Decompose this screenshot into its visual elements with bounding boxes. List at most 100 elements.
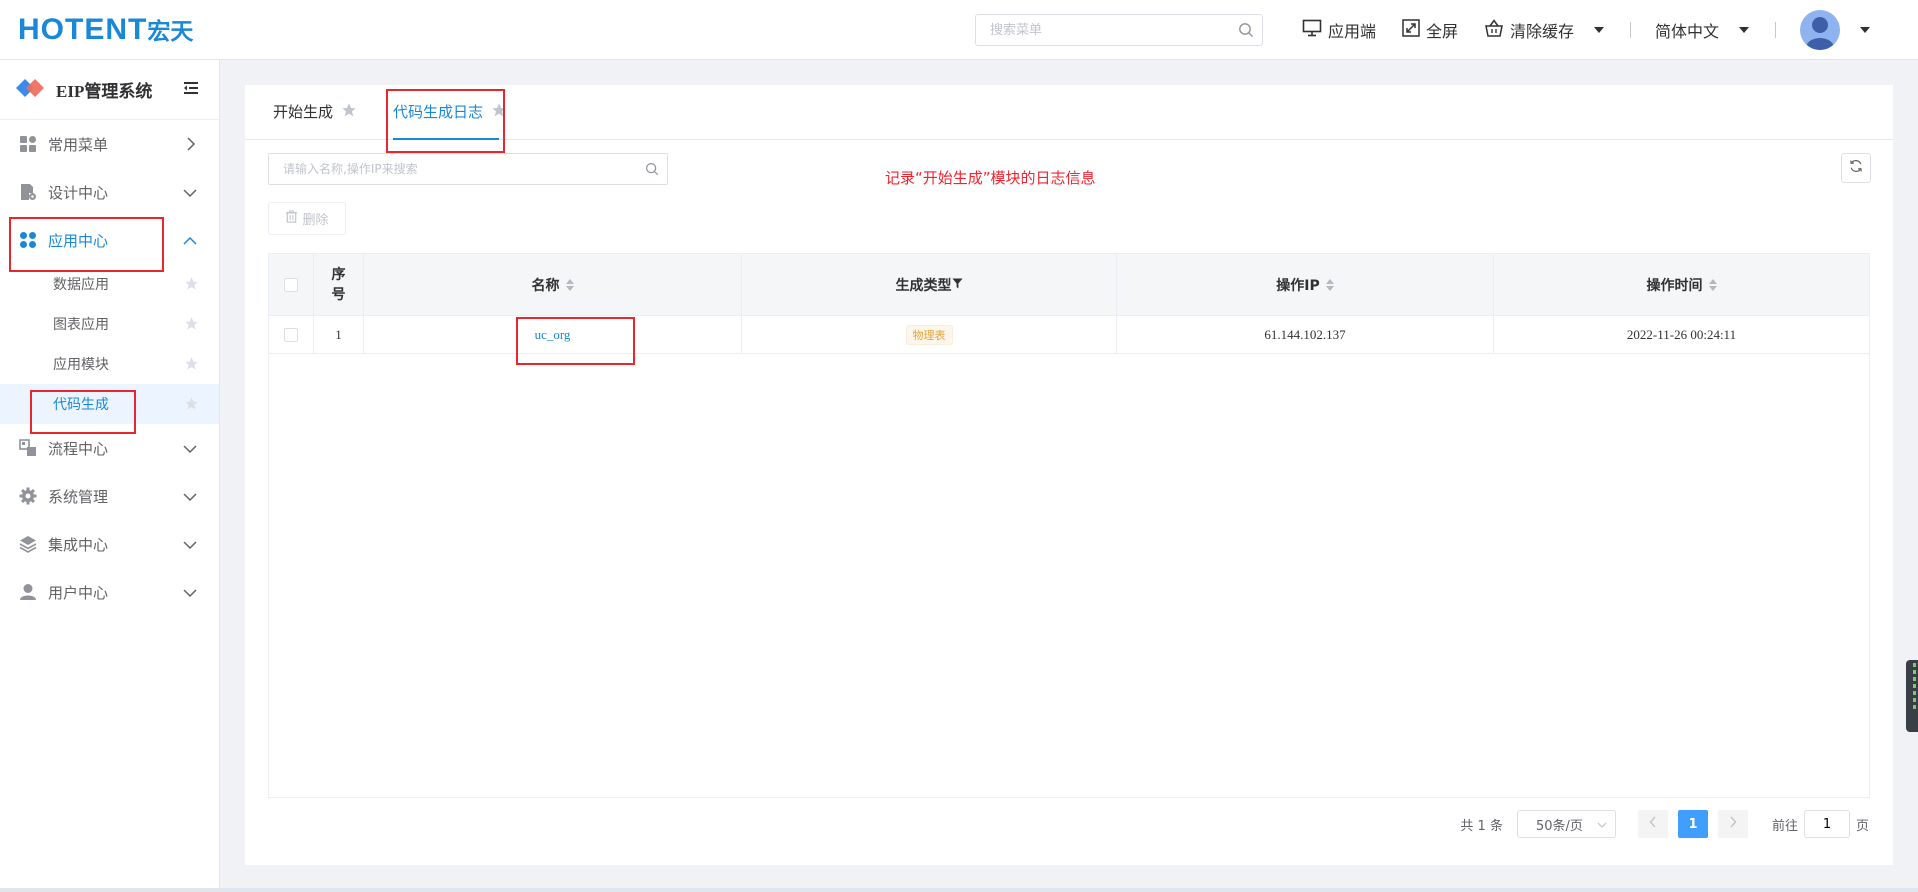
submenu-item-app-module[interactable]: 应用模块 [0, 344, 219, 384]
sidebar: EIP管理系统 常用菜单 设计中心 应用中心 数据应用 图表应用 应用模块 代码… [0, 60, 220, 892]
bottom-strip [0, 888, 1918, 892]
header-type[interactable]: 生成类型 [742, 254, 1117, 315]
table-row[interactable]: 1 uc_org 物理表 61.144.102.137 2022-11-26 0… [269, 316, 1869, 354]
row-index: 1 [314, 316, 364, 353]
submenu-item-label: 应用模块 [53, 357, 109, 373]
monitor-icon [1302, 19, 1322, 41]
avatar[interactable] [1800, 10, 1841, 50]
divider [1775, 22, 1777, 38]
collapse-menu-icon[interactable] [183, 80, 199, 100]
sidebar-item-design-center[interactable]: 设计中心 [0, 168, 219, 216]
table-header: 序号 名称 生成类型 操作IP 操作时间 [269, 254, 1869, 316]
search-icon[interactable] [645, 162, 659, 180]
row-type-cell: 物理表 [742, 316, 1117, 353]
chevron-down-icon [183, 537, 197, 555]
clear-cache-label: 清除缓存 [1510, 22, 1575, 41]
submenu-item-data-app[interactable]: 数据应用 [0, 264, 219, 304]
delete-button[interactable]: 删除 [268, 202, 346, 235]
page-number-current[interactable]: 1 [1677, 810, 1708, 838]
star-icon[interactable] [341, 102, 357, 122]
chevron-left-icon [1649, 816, 1657, 832]
star-icon[interactable] [491, 102, 507, 122]
refresh-button[interactable] [1841, 153, 1871, 183]
filter-icon[interactable] [951, 277, 963, 293]
trash-icon [285, 210, 298, 227]
sort-icon[interactable] [1708, 278, 1717, 291]
sidebar-item-label: 设计中心 [48, 183, 109, 202]
basket-icon [1484, 19, 1504, 41]
submenu-item-code-gen[interactable]: 代码生成 [0, 384, 219, 424]
tab-bar: 开始生成 代码生成日志 [245, 85, 1893, 140]
top-header: HOTENT 宏天 应用端 全屏 清除缓存 [0, 0, 1918, 60]
floating-side-widget[interactable] [1906, 660, 1918, 732]
next-page-button[interactable] [1717, 810, 1748, 838]
pagination-total: 共 1 条 [1460, 818, 1503, 834]
user-menu[interactable] [1800, 10, 1871, 50]
chevron-down-icon [183, 441, 197, 459]
search-icon[interactable] [1238, 22, 1254, 42]
chevron-down-icon [183, 489, 197, 507]
header-name[interactable]: 名称 [364, 254, 742, 315]
system-logo-icon [16, 77, 46, 103]
hotent-logo[interactable]: HOTENT 宏天 [18, 10, 193, 50]
log-search-input[interactable] [269, 154, 629, 184]
type-tag: 物理表 [905, 324, 953, 345]
submenu-item-label: 数据应用 [53, 277, 109, 293]
sidebar-item-label: 流程中心 [48, 439, 109, 458]
star-icon[interactable] [184, 276, 199, 295]
log-search-field[interactable] [268, 153, 668, 185]
delete-label: 删除 [302, 213, 329, 228]
submenu-item-chart-app[interactable]: 图表应用 [0, 304, 219, 344]
grid-icon [18, 134, 38, 154]
sidebar-item-flow-center[interactable]: 流程中心 [0, 424, 219, 472]
header-index: 序号 [314, 254, 364, 315]
design-doc-icon [18, 182, 38, 202]
goto-suffix: 页 [1855, 818, 1869, 834]
clear-cache-dropdown[interactable]: 清除缓存 [1484, 18, 1605, 42]
sidebar-item-user-center[interactable]: 用户中心 [0, 568, 219, 616]
app-side-button[interactable]: 应用端 [1302, 18, 1376, 42]
select-all-checkbox[interactable] [284, 277, 298, 292]
logo-text: HOTENT [18, 13, 148, 46]
page-size-value: 50条/页 [1535, 818, 1583, 834]
annotation-text: 记录“开始生成”模块的日志信息 [885, 169, 1096, 187]
header-ip[interactable]: 操作IP [1117, 254, 1494, 315]
tab-code-gen-log[interactable]: 代码生成日志 [393, 84, 507, 140]
system-title-bar: EIP管理系统 [0, 60, 219, 120]
sort-icon[interactable] [1325, 278, 1334, 291]
pagination: 共 1 条 50条/页 1 前往 页 [1460, 810, 1869, 838]
language-dropdown[interactable]: 简体中文 [1655, 18, 1750, 42]
system-title: EIP管理系统 [56, 82, 153, 101]
page-size-select[interactable]: 50条/页 [1516, 810, 1616, 838]
goto-page-input[interactable] [1803, 810, 1850, 838]
menu-search[interactable] [975, 14, 1263, 46]
menu-search-input[interactable] [976, 15, 1216, 45]
main-content: 开始生成 代码生成日志 记录“开始生成”模块的日志信息 删除 序号 名称 [245, 85, 1893, 865]
layers-icon [18, 534, 38, 554]
caret-down-icon [1594, 27, 1605, 33]
header-time[interactable]: 操作时间 [1494, 254, 1869, 315]
tab-start-generate[interactable]: 开始生成 [273, 84, 357, 139]
sidebar-item-common-menu[interactable]: 常用菜单 [0, 120, 219, 168]
header-index-label: 序号 [331, 266, 346, 303]
refresh-icon [1849, 159, 1863, 177]
chevron-right-icon [1729, 816, 1737, 832]
prev-page-button[interactable] [1637, 810, 1668, 838]
goto-prefix: 前往 [1771, 818, 1798, 834]
fullscreen-button[interactable]: 全屏 [1402, 18, 1458, 42]
row-checkbox[interactable] [284, 327, 298, 342]
sort-icon[interactable] [565, 278, 574, 291]
fullscreen-label: 全屏 [1426, 22, 1459, 41]
row-name-link[interactable]: uc_org [535, 327, 571, 343]
star-icon[interactable] [184, 396, 199, 415]
sidebar-item-label: 集成中心 [48, 535, 109, 554]
apps-icon [18, 230, 38, 250]
chevron-down-icon [183, 185, 197, 203]
star-icon[interactable] [184, 356, 199, 375]
sidebar-item-app-center[interactable]: 应用中心 [0, 216, 219, 264]
sidebar-item-system-management[interactable]: 系统管理 [0, 472, 219, 520]
chevron-down-icon [183, 585, 197, 603]
app-side-label: 应用端 [1328, 22, 1377, 41]
star-icon[interactable] [184, 316, 199, 335]
sidebar-item-integration-center[interactable]: 集成中心 [0, 520, 219, 568]
